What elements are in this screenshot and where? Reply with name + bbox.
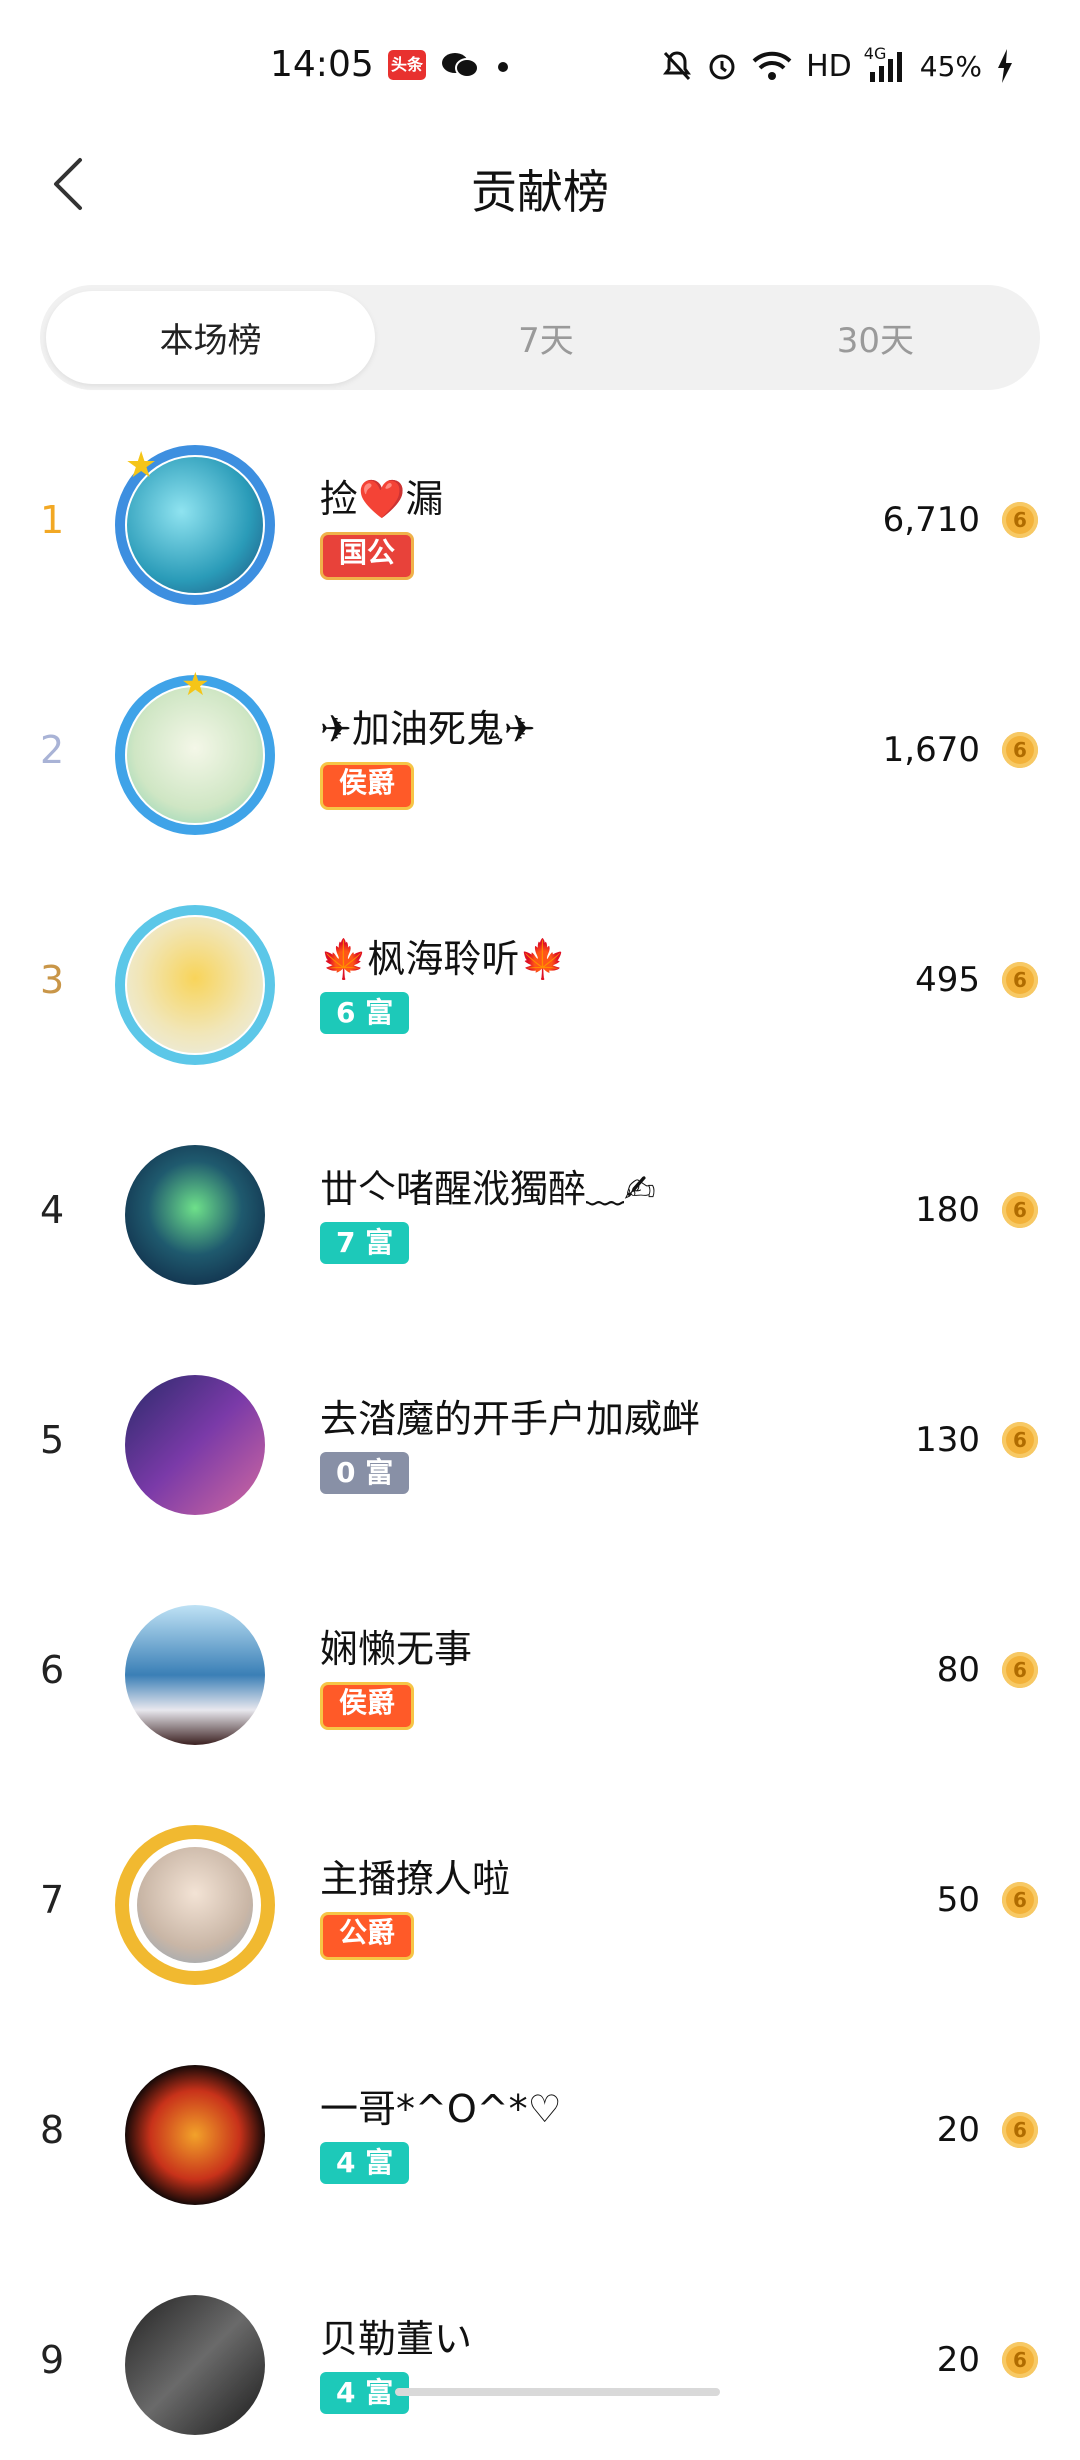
rank-badge: 国公	[320, 532, 415, 580]
contribution-score: 20	[936, 2110, 980, 2150]
leaderboard-row[interactable]: 8 一哥*^O^*♡ 4 富 20 6	[0, 2030, 1080, 2230]
avatar[interactable]: ★	[115, 445, 275, 605]
rank-number: 5	[40, 1418, 65, 1462]
avatar-frame-icon	[115, 1825, 275, 1985]
coin-icon: 6	[1002, 2112, 1038, 2148]
tab-7-days[interactable]: 7天	[381, 285, 710, 390]
contribution-score: 1,670	[882, 730, 980, 770]
tab-current-session[interactable]: 本场榜	[46, 291, 376, 384]
leaderboard-row[interactable]: 6 娴懒无事 侯爵 80 6	[0, 1570, 1080, 1770]
leaderboard-row[interactable]: 4 丗亽啫醒浌獨醉﹏✍ 7 富 180 6	[0, 1110, 1080, 1310]
user-name: 去涾魔的开手户加威衅	[320, 1397, 701, 1441]
user-name: 主播撩人啦	[320, 1857, 511, 1901]
coin-icon: 6	[1002, 502, 1038, 538]
coin-icon: 6	[1002, 2342, 1038, 2378]
rank-number: 4	[40, 1188, 65, 1232]
coin-icon: 6	[1002, 732, 1038, 768]
rank-number: 3	[40, 958, 65, 1002]
crown-icon: ★	[181, 665, 210, 703]
status-time: 14:05	[270, 44, 374, 85]
toutiao-notification-icon: 头条	[388, 50, 426, 80]
avatar[interactable]	[115, 1135, 275, 1295]
user-name: 🍁枫海聆听🍁	[320, 937, 567, 981]
star-icon: ★	[125, 445, 158, 486]
rank-number: 7	[40, 1878, 65, 1922]
avatar[interactable]	[115, 1595, 275, 1755]
contribution-score: 6,710	[882, 500, 980, 540]
charging-icon	[996, 49, 1014, 83]
wealth-badge: 6 富	[320, 992, 410, 1034]
rank-badge: 侯爵	[320, 762, 415, 810]
rank-number: 9	[40, 2338, 65, 2382]
wealth-badge: 0 富	[320, 1452, 410, 1494]
more-notifications-dot	[498, 62, 508, 72]
coin-icon: 6	[1002, 1882, 1038, 1918]
mute-bell-icon	[662, 50, 692, 82]
contribution-score: 495	[915, 960, 980, 1000]
contribution-score: 180	[915, 1190, 980, 1230]
leaderboard-row[interactable]: 2 ★ ✈加油死鬼✈ 侯爵 1,670 6	[0, 650, 1080, 850]
rank-number: 6	[40, 1648, 65, 1692]
wealth-badge: 4 富	[320, 2142, 410, 2184]
status-bar: 14:05 头条 HD 4G 45%	[0, 0, 1080, 130]
avatar[interactable]: ★	[115, 665, 275, 835]
contribution-score: 130	[915, 1420, 980, 1460]
rank-number: 8	[40, 2108, 65, 2152]
avatar[interactable]	[115, 1825, 275, 1985]
home-indicator[interactable]	[395, 2388, 720, 2396]
leaderboard-row[interactable]: 5 去涾魔的开手户加威衅 0 富 130 6	[0, 1340, 1080, 1540]
rank-badge: 公爵	[320, 1912, 415, 1960]
rank-number: 2	[40, 728, 65, 772]
user-name: 捡❤️漏	[320, 477, 444, 521]
alarm-icon	[706, 50, 738, 82]
contribution-score: 20	[936, 2340, 980, 2380]
period-tabs: 本场榜 7天 30天	[40, 285, 1040, 390]
tab-30-days[interactable]: 30天	[711, 285, 1040, 390]
coin-icon: 6	[1002, 962, 1038, 998]
user-name: ✈加油死鬼✈	[320, 707, 536, 751]
wealth-badge: 7 富	[320, 1222, 410, 1264]
page-title: 贡献榜	[471, 165, 609, 219]
leaderboard-row[interactable]: 1 ★ 捡❤️漏 国公 6,710 6	[0, 420, 1080, 620]
avatar[interactable]	[115, 905, 275, 1065]
contribution-score: 50	[936, 1880, 980, 1920]
user-name: 一哥*^O^*♡	[320, 2087, 562, 2131]
user-name: 贝勒董い	[320, 2317, 473, 2361]
rank-badge: 侯爵	[320, 1682, 415, 1730]
user-name: 娴懒无事	[320, 1627, 473, 1671]
avatar[interactable]	[115, 2055, 275, 2215]
coin-icon: 6	[1002, 1192, 1038, 1228]
signal-icon: 4G	[864, 44, 906, 82]
avatar-frame-icon	[115, 905, 275, 1065]
hd-indicator: HD	[806, 48, 852, 84]
leaderboard-row[interactable]: 9 贝勒董い 4 富 20 6	[0, 2260, 1080, 2460]
avatar[interactable]	[115, 2285, 275, 2445]
coin-icon: 6	[1002, 1652, 1038, 1688]
contribution-score: 80	[936, 1650, 980, 1690]
battery-level: 45%	[919, 49, 982, 83]
leaderboard-row[interactable]: 3 🍁枫海聆听🍁 6 富 495 6	[0, 880, 1080, 1080]
user-name: 丗亽啫醒浌獨醉﹏✍	[320, 1167, 656, 1211]
coin-icon: 6	[1002, 1422, 1038, 1458]
leaderboard-row[interactable]: 7 主播撩人啦 公爵 50 6	[0, 1800, 1080, 2000]
rank-number: 1	[40, 498, 65, 542]
header: 贡献榜	[0, 140, 1080, 230]
wechat-notification-icon	[440, 50, 480, 80]
wifi-icon	[752, 51, 792, 81]
network-type: 4G	[863, 44, 887, 63]
avatar[interactable]	[115, 1365, 275, 1525]
